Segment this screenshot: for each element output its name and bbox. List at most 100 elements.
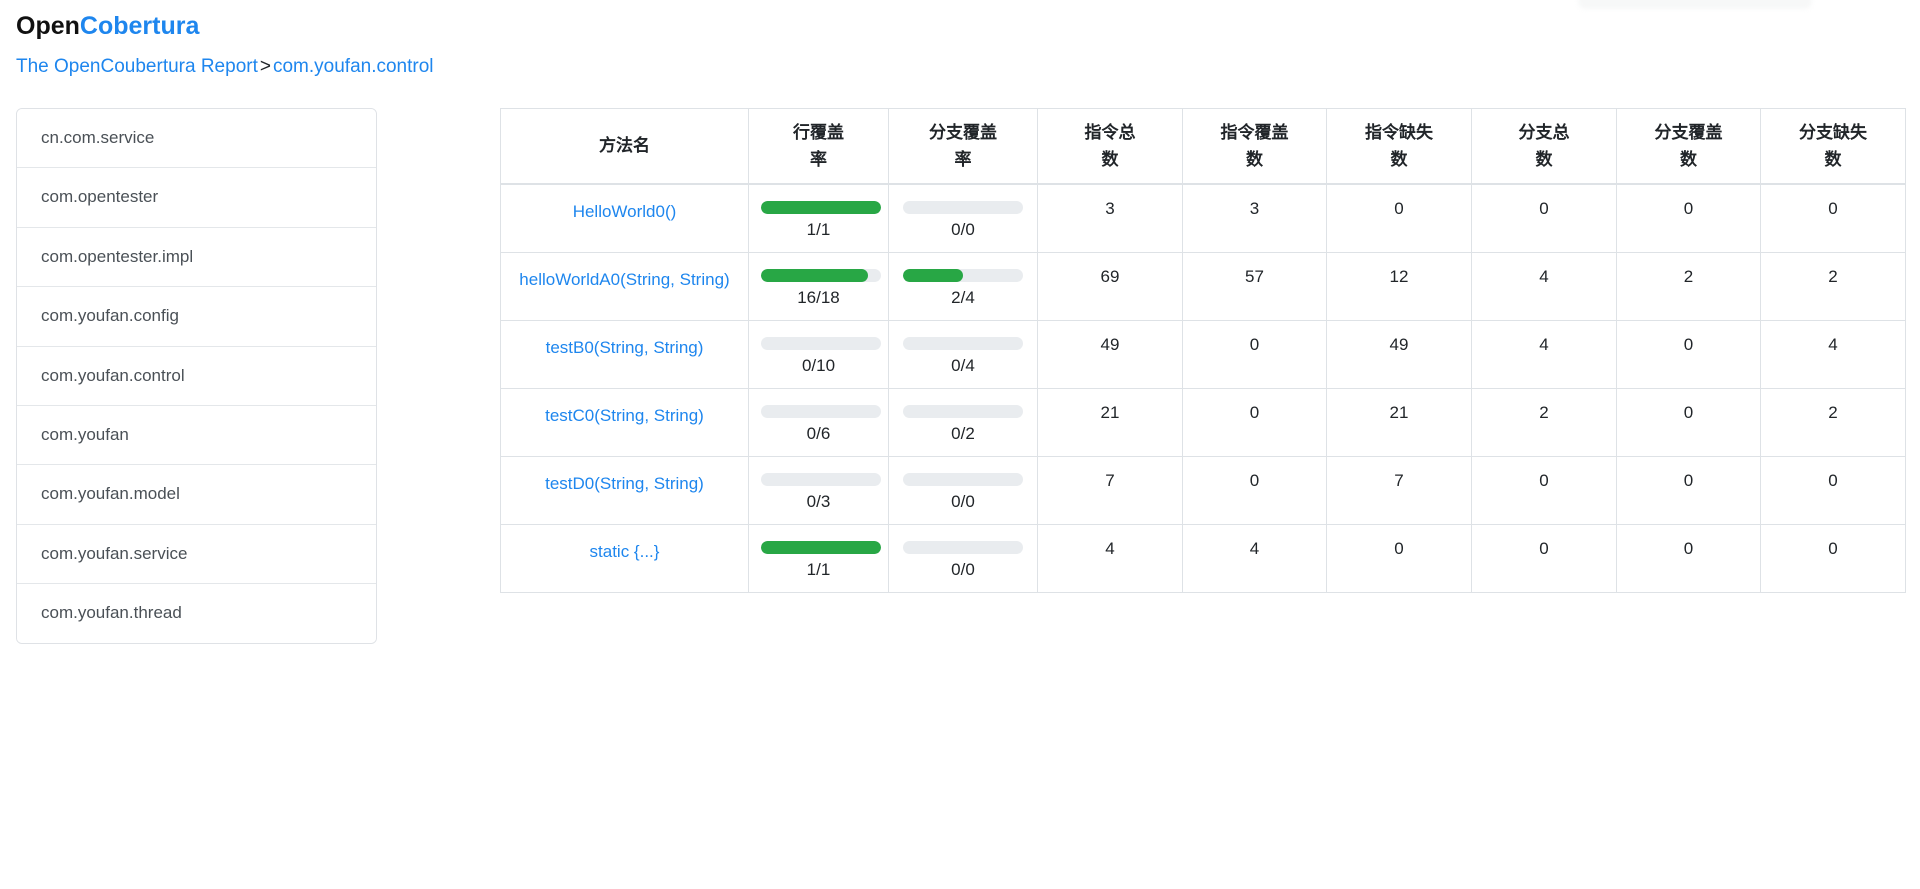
metric-value-cell: 0 xyxy=(1760,183,1906,253)
coverage-fraction: 1/1 xyxy=(806,559,831,579)
metric-value-cell: 4 xyxy=(1182,523,1327,593)
coverage-fraction: 0/0 xyxy=(951,491,975,511)
table-header-row: 方法名 行覆盖 率分支覆盖 率指令总 数指令覆盖 数指令缺失 数分支总 数分支覆盖… xyxy=(500,108,1906,185)
metric-value-cell: 21 xyxy=(1326,387,1472,457)
breadcrumb-report-link[interactable]: The OpenCoubertura Report xyxy=(16,56,258,77)
coverage-fraction: 0/6 xyxy=(806,423,831,443)
progress-bar xyxy=(761,404,881,418)
method-link[interactable]: testC0(String, String) xyxy=(545,406,704,425)
metric-value-cell: 3 xyxy=(1182,183,1327,253)
coverage-fraction: 0/3 xyxy=(806,491,831,511)
coverage-bar-cell: 0/10 xyxy=(748,319,889,389)
metric-value-cell: 0 xyxy=(1471,183,1617,253)
sidebar-item-package[interactable]: com.opentester xyxy=(17,167,376,227)
sidebar-item-package[interactable]: com.youfan xyxy=(17,404,376,465)
progress-bar xyxy=(903,268,1023,282)
metric-value-cell: 12 xyxy=(1326,251,1472,321)
method-link[interactable]: HelloWorld0() xyxy=(573,202,677,221)
coverage-fraction: 0/2 xyxy=(951,423,975,443)
method-name-cell: HelloWorld0() xyxy=(500,183,749,253)
metric-value-cell: 2 xyxy=(1471,387,1617,457)
progress-bar xyxy=(761,336,881,350)
sidebar-item-package[interactable]: com.youfan.service xyxy=(17,523,376,584)
sidebar-item-package[interactable]: com.youfan.model xyxy=(17,464,376,524)
metric-value-cell: 21 xyxy=(1037,387,1183,457)
metric-value-cell: 0 xyxy=(1616,387,1761,457)
app-title-cobertura: Cobertura xyxy=(79,12,200,40)
metric-value-cell: 3 xyxy=(1037,183,1183,253)
method-row: helloWorldA0(String, String) 16/18 2/4 69 57… xyxy=(500,251,1906,321)
metric-value-cell: 7 xyxy=(1326,455,1472,525)
column-header: 指令覆盖 数 xyxy=(1182,108,1327,185)
progress-bar xyxy=(903,472,1023,486)
coverage-bar-cell: 0/4 xyxy=(888,319,1038,389)
method-link[interactable]: static {...} xyxy=(590,542,660,561)
metric-value-cell: 0 xyxy=(1471,523,1617,593)
method-row: testC0(String, String) 0/6 0/2 21 0 21 2 0 2 xyxy=(500,387,1906,457)
method-link[interactable]: helloWorldA0(String, String) xyxy=(519,270,729,289)
metric-value-cell: 69 xyxy=(1037,251,1183,321)
progress-bar-fill xyxy=(761,268,868,282)
column-header: 分支缺失 数 xyxy=(1760,108,1906,185)
metric-value-cell: 0 xyxy=(1182,319,1327,389)
coverage-bar-cell: 0/3 xyxy=(748,455,889,525)
progress-bar-fill xyxy=(761,200,881,214)
page-header: OpenCobertura The OpenCoubertura Report >… xyxy=(0,0,1920,78)
method-row: HelloWorld0() 1/1 0/0 3 3 0 0 0 0 xyxy=(500,183,1906,253)
progress-bar xyxy=(903,540,1023,554)
coverage-bar-cell: 0/0 xyxy=(888,523,1038,593)
metric-value-cell: 4 xyxy=(1037,523,1183,593)
coverage-fraction: 1/1 xyxy=(806,219,831,239)
column-header: 分支覆盖 率 xyxy=(888,108,1038,185)
metric-value-cell: 57 xyxy=(1182,251,1327,321)
column-header: 指令总 数 xyxy=(1037,108,1183,185)
method-link[interactable]: testB0(String, String) xyxy=(546,338,704,357)
coverage-fraction: 16/18 xyxy=(797,287,840,307)
app-title-open: Open xyxy=(16,12,80,40)
sidebar-item-package[interactable]: com.youfan.thread xyxy=(17,583,376,643)
breadcrumb-current-package-link[interactable]: com.youfan.control xyxy=(273,56,434,77)
metric-value-cell: 0 xyxy=(1326,183,1472,253)
coverage-fraction: 0/0 xyxy=(951,559,975,579)
progress-bar xyxy=(761,200,881,214)
metric-value-cell: 0 xyxy=(1182,455,1327,525)
column-header: 行覆盖 率 xyxy=(748,108,889,185)
metric-value-cell: 49 xyxy=(1037,319,1183,389)
sidebar-item-package[interactable]: com.opentester.impl xyxy=(17,226,376,287)
coverage-bar-cell: 1/1 xyxy=(748,523,889,593)
metric-value-cell: 0 xyxy=(1760,523,1906,593)
progress-bar xyxy=(903,200,1023,214)
metric-value-cell: 2 xyxy=(1760,387,1906,457)
coverage-bar-cell: 16/18 xyxy=(748,251,889,321)
coverage-bar-cell: 1/1 xyxy=(748,183,889,253)
coverage-report-page: OpenCobertura The OpenCoubertura Report >… xyxy=(0,0,1920,889)
coverage-bar-cell: 0/2 xyxy=(888,387,1038,457)
sidebar-item-package[interactable]: com.youfan.control xyxy=(17,345,376,405)
method-name-cell: static {...} xyxy=(500,523,749,593)
package-list: cn.com.service com.opentester com.opentest… xyxy=(16,108,377,644)
progress-bar xyxy=(903,404,1023,418)
table-body: HelloWorld0() 1/1 0/0 3 3 0 0 0 0 helloWorldA0(St… xyxy=(500,183,1906,593)
main-content: cn.com.service com.opentester com.opentest… xyxy=(0,108,1920,644)
method-name-cell: testB0(String, String) xyxy=(500,319,749,389)
metric-value-cell: 4 xyxy=(1471,319,1617,389)
sidebar-item-package[interactable]: cn.com.service xyxy=(17,109,376,168)
progress-bar xyxy=(761,540,881,554)
coverage-bar-cell: 2/4 xyxy=(888,251,1038,321)
progress-bar-fill xyxy=(903,268,963,282)
method-row: testB0(String, String) 0/10 0/4 49 0 49 4 0 4 xyxy=(500,319,1906,389)
metric-value-cell: 0 xyxy=(1616,455,1761,525)
coverage-fraction: 0/0 xyxy=(951,219,975,239)
coverage-fraction: 0/10 xyxy=(801,355,836,375)
metric-value-cell: 2 xyxy=(1760,251,1906,321)
coverage-fraction: 0/4 xyxy=(951,355,975,375)
metric-value-cell: 49 xyxy=(1326,319,1472,389)
method-link[interactable]: testD0(String, String) xyxy=(545,474,704,493)
coverage-table-container: 方法名 行覆盖 率分支覆盖 率指令总 数指令覆盖 数指令缺失 数分支总 数分支覆盖… xyxy=(500,108,1906,593)
metric-value-cell: 0 xyxy=(1471,455,1617,525)
method-name-cell: testD0(String, String) xyxy=(500,455,749,525)
sidebar-item-package[interactable]: com.youfan.config xyxy=(17,286,376,346)
column-header: 分支覆盖 数 xyxy=(1616,108,1761,185)
app-title: OpenCobertura xyxy=(16,12,1904,41)
coverage-bar-cell: 0/6 xyxy=(748,387,889,457)
